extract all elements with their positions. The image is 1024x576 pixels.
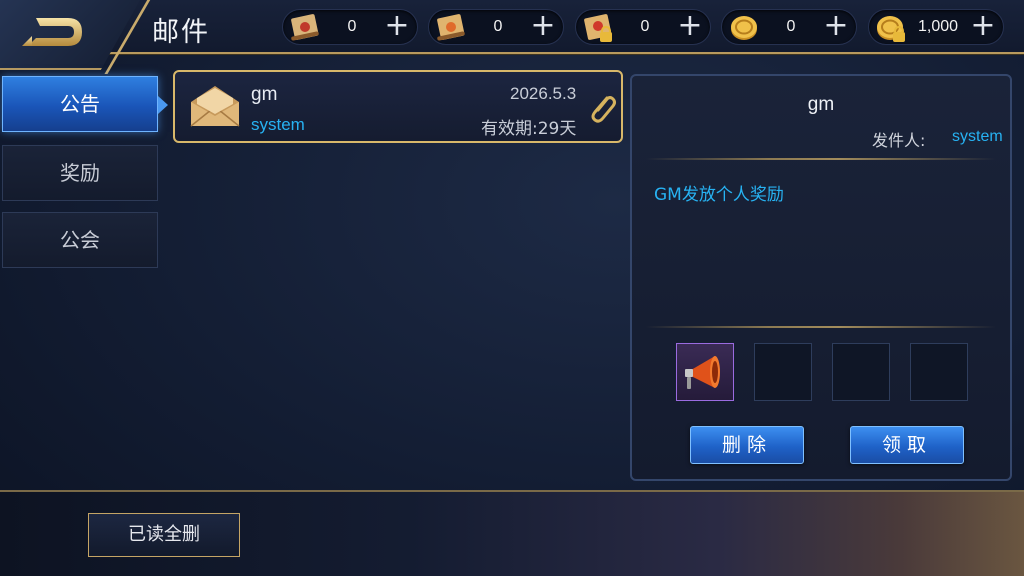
mail-sender: gm [251, 84, 278, 105]
attachment-slot[interactable] [910, 343, 968, 401]
page-title: 邮件 [152, 17, 210, 48]
delete-all-read-button[interactable]: 已读全删 [88, 513, 240, 557]
detail-divider-top [646, 158, 996, 160]
gold-scroll-icon [437, 14, 465, 41]
detail-divider-bottom [646, 326, 996, 328]
mail-expiry: 有效期:29天 [481, 119, 577, 139]
resource-locked-scroll: 0 + [575, 9, 711, 45]
attachment-slot[interactable] [832, 343, 890, 401]
mail-body-text: GM发放个人奖励 [654, 185, 784, 205]
tab-rewards[interactable]: 奖励 [2, 145, 158, 201]
locked-scroll-icon [584, 14, 612, 42]
back-arrow-icon [22, 18, 82, 46]
resource-locked-coin: 1,000 + [868, 9, 1004, 45]
add-resource-button[interactable]: + [529, 11, 557, 41]
add-resource-button[interactable]: + [822, 11, 850, 41]
resource-gold-scroll: 0 + [428, 9, 564, 45]
red-scroll-icon [291, 14, 319, 41]
mail-list-item[interactable]: gm system 2026.5.3 有效期:29天 [173, 70, 623, 143]
locked-coin-icon [877, 16, 905, 42]
sender-value: system [952, 128, 1003, 145]
resource-value: 1,000 [917, 18, 959, 35]
sender-label: 发件人: [872, 131, 926, 150]
envelope-icon [190, 86, 240, 127]
gold-coin-icon [731, 16, 757, 40]
tab-guild[interactable]: 公会 [2, 212, 158, 268]
bottom-bar: 已读全删 [0, 490, 1024, 576]
megaphone-icon [685, 356, 720, 389]
tab-announcement[interactable]: 公告 [2, 76, 158, 132]
resource-value: 0 [347, 18, 357, 35]
attachment-slot[interactable] [754, 343, 812, 401]
resource-red-scroll: 0 + [282, 9, 418, 45]
resource-value: 0 [786, 18, 796, 35]
mail-date: 2026.5.3 [510, 84, 577, 103]
add-resource-button[interactable]: + [676, 11, 704, 41]
delete-button[interactable]: 删除 [690, 426, 804, 464]
resource-gold-coin: 0 + [721, 9, 857, 45]
mail-detail-panel: gm 发件人: system GM发放个人奖励 删除 领取 [630, 74, 1012, 481]
attachment-slot[interactable] [676, 343, 734, 401]
active-tab-indicator [158, 96, 168, 114]
add-resource-button[interactable]: + [383, 11, 411, 41]
resource-value: 0 [640, 18, 650, 35]
resource-value: 0 [493, 18, 503, 35]
add-resource-button[interactable]: + [969, 11, 997, 41]
paperclip-icon [591, 96, 616, 123]
claim-button[interactable]: 领取 [850, 426, 964, 464]
back-button[interactable] [18, 12, 88, 56]
mail-detail-title: gm [807, 94, 835, 115]
mail-origin: system [251, 115, 305, 134]
